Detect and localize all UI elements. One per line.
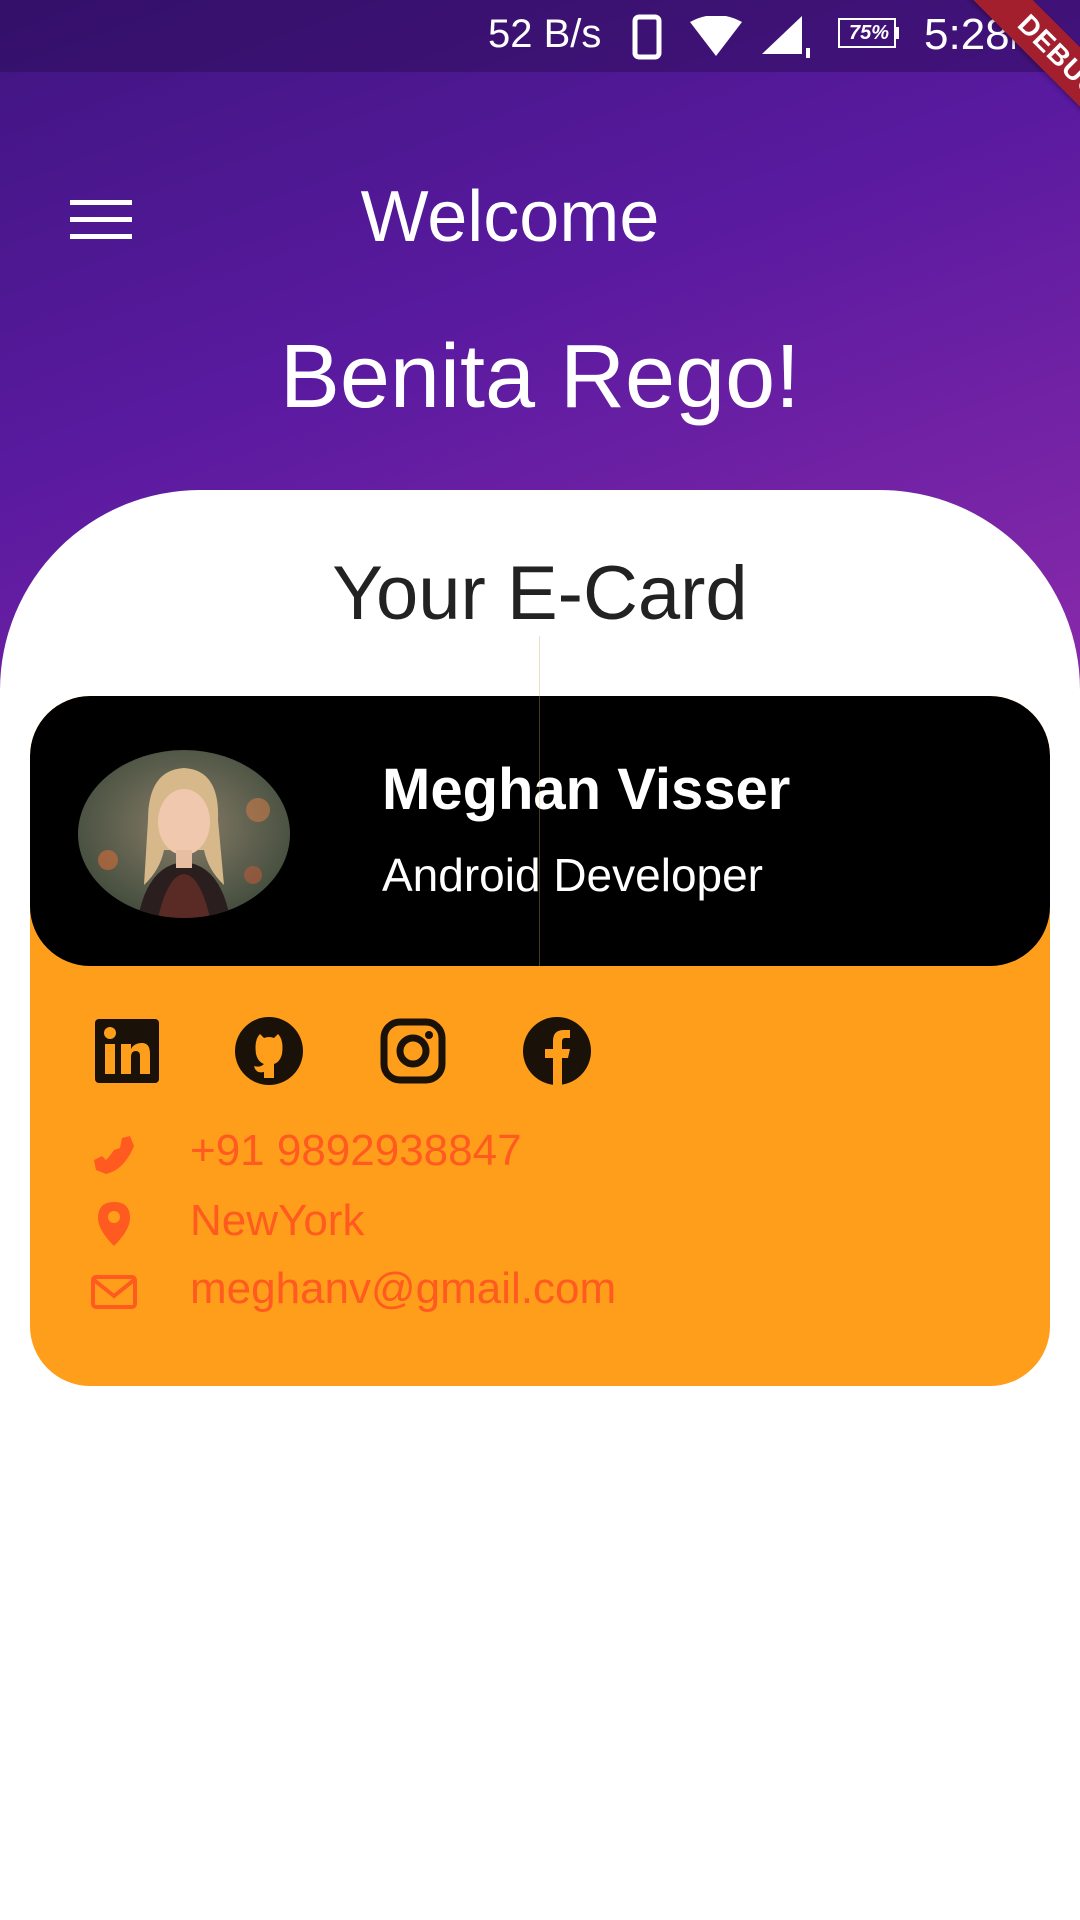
ecard-header: Meghan Visser Android Developer: [30, 696, 1050, 966]
user-greeting: Benita Rego!: [279, 327, 801, 427]
email-icon: [91, 1275, 137, 1309]
network-speed: 52 B/s: [488, 12, 602, 56]
ecard-heading: Your E-Card: [332, 551, 748, 636]
location-text: NewYork: [190, 1196, 365, 1245]
status-bar: 52 B/s 75% 5:28 PM: [0, 0, 1080, 72]
phone-icon: [94, 1136, 134, 1174]
email-text: meghanv@gmail.com: [190, 1264, 617, 1313]
divider-line: [539, 636, 540, 966]
phone-number: +91 9892938847: [190, 1126, 522, 1175]
ecard: Meghan Visser Android Developer +91 9892…: [30, 696, 1050, 1386]
facebook-icon[interactable]: [522, 1016, 592, 1086]
github-icon[interactable]: [234, 1016, 304, 1086]
avatar: [78, 750, 290, 918]
wifi-icon: [690, 16, 742, 56]
instagram-icon[interactable]: [378, 1016, 448, 1086]
card-person-role: Android Developer: [382, 849, 764, 901]
card-person-name: Meghan Visser: [382, 757, 791, 822]
location-pin-icon: [98, 1202, 130, 1246]
signal-icon: [762, 16, 810, 58]
linkedin-icon[interactable]: [92, 1016, 162, 1086]
page-title: Welcome: [360, 177, 660, 257]
battery-percent: 75%: [848, 22, 890, 44]
phone-device-icon: [632, 14, 662, 60]
